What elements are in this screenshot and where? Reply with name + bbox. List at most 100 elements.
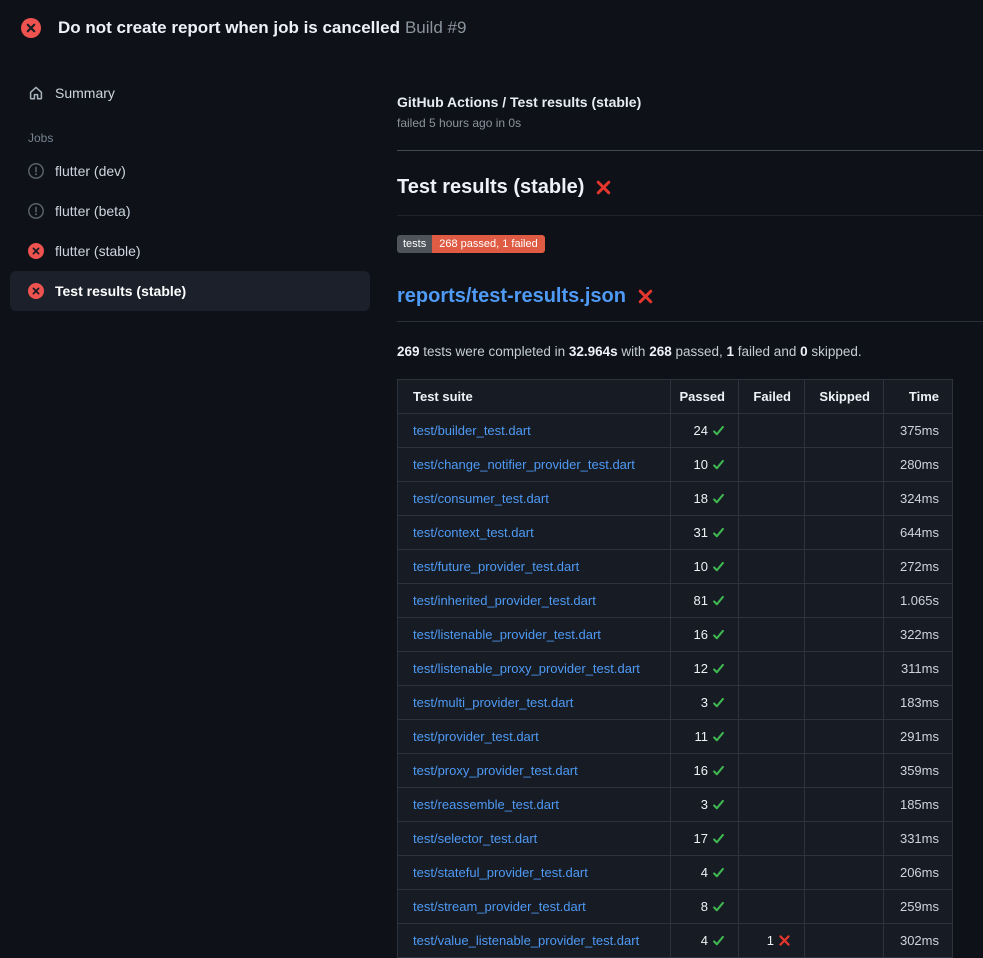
- passed-cell: 3: [671, 686, 739, 720]
- skipped-cell: [805, 516, 884, 550]
- skipped-cell: [805, 788, 884, 822]
- test-suite-link[interactable]: test/provider_test.dart: [413, 729, 539, 744]
- skipped-cell: [805, 924, 884, 958]
- skipped-cell: [805, 754, 884, 788]
- table-row: test/stream_provider_test.dart8259ms: [398, 890, 953, 924]
- skipped-cell: [805, 652, 884, 686]
- check-icon: [712, 628, 725, 641]
- time-cell: 272ms: [884, 550, 953, 584]
- check-icon: [712, 526, 725, 539]
- alert-circle-icon: [28, 203, 44, 219]
- alert-circle-icon: [28, 163, 44, 179]
- check-icon: [712, 900, 725, 913]
- test-suite-cell: test/listenable_proxy_provider_test.dart: [398, 652, 671, 686]
- test-suite-cell: test/listenable_provider_test.dart: [398, 618, 671, 652]
- time-cell: 375ms: [884, 414, 953, 448]
- test-suite-link[interactable]: test/future_provider_test.dart: [413, 559, 579, 574]
- time-cell: 359ms: [884, 754, 953, 788]
- test-suite-link[interactable]: test/inherited_provider_test.dart: [413, 593, 596, 608]
- table-row: test/context_test.dart31644ms: [398, 516, 953, 550]
- test-suite-cell: test/inherited_provider_test.dart: [398, 584, 671, 618]
- cross-mark-icon: [595, 179, 612, 196]
- skipped-cell: [805, 448, 884, 482]
- test-results-table: Test suite Passed Failed Skipped Time te…: [397, 379, 953, 958]
- failed-cell: [739, 788, 805, 822]
- table-row: test/listenable_proxy_provider_test.dart…: [398, 652, 953, 686]
- check-icon: [712, 458, 725, 471]
- table-row: test/builder_test.dart24375ms: [398, 414, 953, 448]
- skipped-cell: [805, 618, 884, 652]
- sidebar-item-flutter-dev[interactable]: flutter (dev): [10, 151, 370, 191]
- test-suite-link[interactable]: test/selector_test.dart: [413, 831, 537, 846]
- failed-cell: [739, 720, 805, 754]
- passed-cell: 18: [671, 482, 739, 516]
- skipped-cell: [805, 550, 884, 584]
- passed-cell: 12: [671, 652, 739, 686]
- x-circle-icon: [21, 18, 41, 38]
- time-cell: 644ms: [884, 516, 953, 550]
- failed-cell: [739, 550, 805, 584]
- jobs-list: flutter (dev)flutter (beta)flutter (stab…: [10, 151, 370, 311]
- sidebar-item-flutter-stable[interactable]: flutter (stable): [10, 231, 370, 271]
- passed-cell: 4: [671, 856, 739, 890]
- time-cell: 311ms: [884, 652, 953, 686]
- sidebar-item-test-results-stable[interactable]: Test results (stable): [10, 271, 370, 311]
- time-cell: 331ms: [884, 822, 953, 856]
- column-header-test-suite: Test suite: [398, 380, 671, 414]
- report-title: reports/test-results.json: [397, 285, 983, 322]
- test-suite-cell: test/change_notifier_provider_test.dart: [398, 448, 671, 482]
- sidebar: Summary Jobs flutter (dev)flutter (beta)…: [0, 56, 380, 311]
- test-suite-link[interactable]: test/value_listenable_provider_test.dart: [413, 933, 639, 948]
- failed-cell: [739, 482, 805, 516]
- table-row: test/multi_provider_test.dart 3 183ms: [398, 686, 953, 720]
- job-label: Test results (stable): [55, 283, 186, 299]
- table-row: test/selector_test.dart17331ms: [398, 822, 953, 856]
- test-suite-link[interactable]: test/stateful_provider_test.dart: [413, 865, 588, 880]
- failed-cell: [739, 856, 805, 890]
- table-row: test/change_notifier_provider_test.dart1…: [398, 448, 953, 482]
- test-suite-link[interactable]: test/proxy_provider_test.dart: [413, 763, 578, 778]
- time-cell: 322ms: [884, 618, 953, 652]
- column-header-passed: Passed: [671, 380, 739, 414]
- cross-mark-icon: [637, 288, 654, 305]
- jobs-section-label: Jobs: [28, 131, 370, 145]
- build-number: Build #9: [405, 18, 466, 37]
- check-icon: [712, 764, 725, 777]
- sidebar-item-summary[interactable]: Summary: [10, 73, 370, 113]
- column-header-skipped: Skipped: [805, 380, 884, 414]
- page-header: Do not create report when job is cancell…: [0, 0, 983, 56]
- test-suite-link[interactable]: test/multi_provider_test.dart: [413, 695, 573, 710]
- failed-cell: 1: [739, 924, 805, 958]
- test-suite-link[interactable]: test/listenable_provider_test.dart: [413, 627, 601, 642]
- test-suite-cell: test/reassemble_test.dart: [398, 788, 671, 822]
- test-suite-cell: test/stream_provider_test.dart: [398, 890, 671, 924]
- section-title: Test results (stable): [397, 176, 983, 216]
- test-suite-link[interactable]: test/change_notifier_provider_test.dart: [413, 457, 635, 472]
- test-suite-link[interactable]: test/builder_test.dart: [413, 423, 531, 438]
- skipped-cell: [805, 414, 884, 448]
- x-circle-icon: [28, 243, 44, 259]
- table-row: test/consumer_test.dart18324ms: [398, 482, 953, 516]
- sidebar-item-flutter-beta[interactable]: flutter (beta): [10, 191, 370, 231]
- table-row: test/value_listenable_provider_test.dart…: [398, 924, 953, 958]
- failed-cell: [739, 686, 805, 720]
- test-suite-link[interactable]: test/context_test.dart: [413, 525, 534, 540]
- skipped-cell: [805, 584, 884, 618]
- failed-cell: [739, 652, 805, 686]
- check-suite-title: Do not create report when job is cancell…: [58, 18, 400, 37]
- time-cell: 206ms: [884, 856, 953, 890]
- check-icon: [712, 696, 725, 709]
- table-row: test/future_provider_test.dart10272ms: [398, 550, 953, 584]
- main-content: GitHub Actions / Test results (stable) f…: [380, 56, 983, 958]
- test-suite-link[interactable]: test/reassemble_test.dart: [413, 797, 559, 812]
- report-file-link[interactable]: reports/test-results.json: [397, 285, 626, 308]
- time-cell: 183ms: [884, 686, 953, 720]
- test-suite-link[interactable]: test/stream_provider_test.dart: [413, 899, 586, 914]
- check-icon: [712, 594, 725, 607]
- skipped-cell: [805, 482, 884, 516]
- failed-cell: [739, 754, 805, 788]
- test-suite-link[interactable]: test/listenable_proxy_provider_test.dart: [413, 661, 640, 676]
- summary-line: 269 tests were completed in 32.964s with…: [397, 344, 983, 360]
- passed-cell: 16: [671, 754, 739, 788]
- test-suite-link[interactable]: test/consumer_test.dart: [413, 491, 549, 506]
